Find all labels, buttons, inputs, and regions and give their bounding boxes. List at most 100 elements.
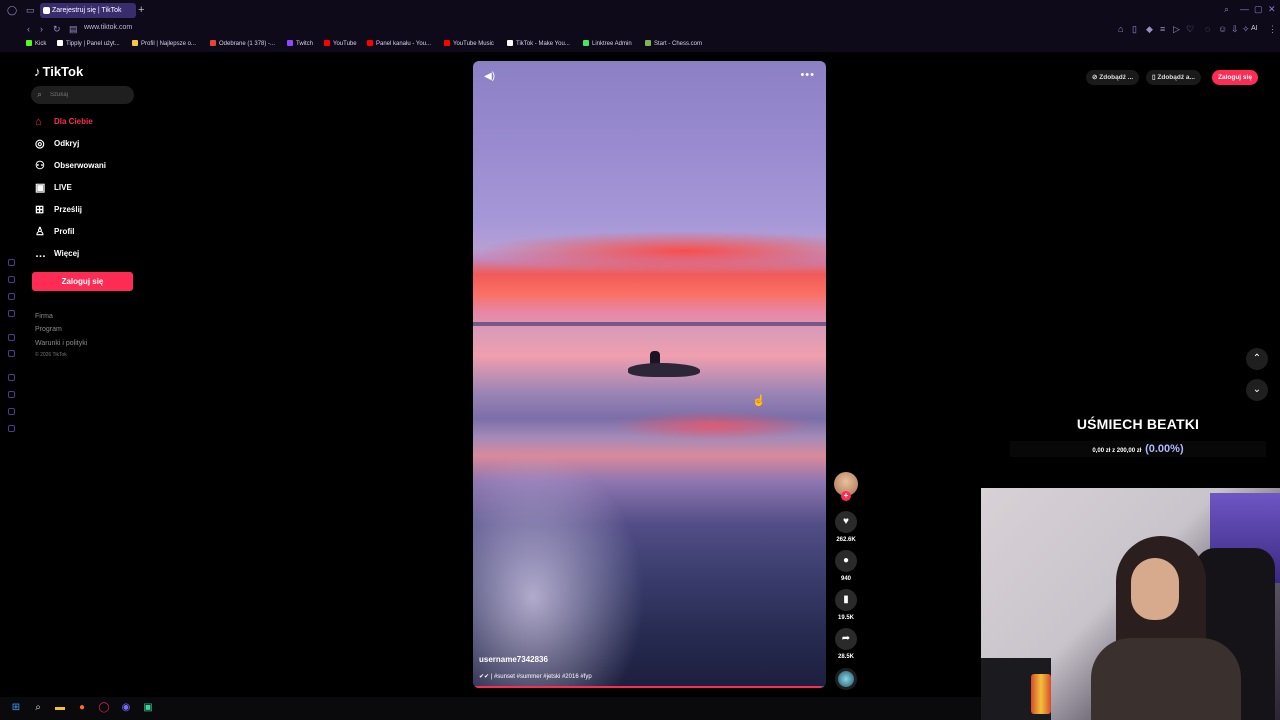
search-input[interactable] bbox=[50, 89, 130, 101]
panel-reader-icon[interactable] bbox=[8, 310, 15, 317]
footer-link-program[interactable]: Program bbox=[35, 326, 62, 333]
windows-start-icon[interactable]: ⊞ bbox=[10, 702, 22, 714]
bookmark-twitch[interactable]: Twitch bbox=[287, 40, 313, 47]
sidebar-item-following[interactable]: ⚇ Obserwowani bbox=[33, 158, 143, 174]
bookmark-profil[interactable]: Profil | Najlepsze o... bbox=[132, 40, 196, 47]
maximize-button[interactable]: ▢ bbox=[1254, 4, 1263, 15]
more-options-icon[interactable]: ••• bbox=[800, 69, 815, 81]
bookmarks-bar: Kick Tipply | Panel użyt... Profil | Naj… bbox=[0, 37, 1280, 52]
account-icon[interactable]: ☺ bbox=[1218, 24, 1227, 34]
taskbar-search-icon[interactable]: ⌕ bbox=[32, 702, 44, 714]
video-author[interactable]: username7342836 bbox=[479, 655, 548, 664]
sidebar-item-live[interactable]: ▣ LIVE bbox=[33, 180, 143, 196]
bookmark-gmail[interactable]: Odebrane (1 378) -... bbox=[210, 40, 275, 47]
bookmark-icon[interactable]: ▯ bbox=[1132, 24, 1137, 34]
wand-icon[interactable]: ✧ bbox=[1242, 24, 1250, 34]
video-player[interactable]: ◀) ••• username7342836 ✔✔ | #sunset #sum… bbox=[473, 61, 826, 688]
bookmark-youtube[interactable]: YouTube bbox=[324, 40, 357, 47]
shield-icon[interactable]: ◆ bbox=[1146, 24, 1153, 34]
comment-button[interactable]: ● bbox=[835, 550, 857, 572]
panel-downloads-icon[interactable] bbox=[8, 391, 15, 398]
like-button[interactable]: ♥ bbox=[835, 511, 857, 533]
save-count: 19.5K bbox=[837, 615, 854, 621]
bookmark-tiktok[interactable]: TikTok - Make You... bbox=[507, 40, 570, 47]
play-icon[interactable]: ▷ bbox=[1173, 24, 1180, 34]
bookmark-youtube-studio[interactable]: Panel kanału - You... bbox=[367, 40, 431, 47]
follow-plus-icon[interactable]: + bbox=[841, 491, 851, 501]
reader-icon[interactable]: ≡ bbox=[1160, 24, 1165, 34]
reload-icon[interactable]: ↻ bbox=[53, 24, 61, 34]
browser-tab-active[interactable]: Zarejestruj się | TikTok bbox=[40, 3, 136, 18]
discord-icon[interactable]: ◉ bbox=[120, 702, 132, 714]
get-app-button[interactable]: ▯ Zdobądź a... bbox=[1146, 70, 1201, 85]
tiktok-logo[interactable]: ♪ TikTok bbox=[34, 64, 83, 79]
browser-side-panel bbox=[0, 52, 22, 702]
file-explorer-icon[interactable]: ▬ bbox=[54, 702, 66, 714]
opera-icon[interactable]: ◯ bbox=[98, 702, 110, 714]
panel-tools-icon[interactable] bbox=[8, 350, 15, 357]
youtube-music-icon bbox=[444, 40, 450, 46]
sidebar-item-label: LIVE bbox=[54, 183, 72, 192]
panel-chat-icon[interactable] bbox=[8, 408, 15, 415]
panel-history-icon[interactable] bbox=[8, 259, 15, 266]
pin-icon[interactable]: ⌂ bbox=[1118, 24, 1123, 34]
download-icon[interactable]: ⇩ bbox=[1231, 24, 1239, 34]
ai-button[interactable]: AI bbox=[1251, 24, 1258, 34]
sidebar-item-profile[interactable]: ♙ Profil bbox=[33, 224, 143, 240]
chess-icon bbox=[645, 40, 651, 46]
new-tab-button[interactable]: + bbox=[138, 3, 148, 17]
home-icon: ⌂ bbox=[35, 116, 42, 128]
minimize-button[interactable]: — bbox=[1240, 4, 1249, 14]
previous-video-button[interactable]: ⌃ bbox=[1246, 348, 1268, 370]
back-icon[interactable]: ‹ bbox=[27, 24, 30, 34]
comment-count: 940 bbox=[840, 576, 851, 582]
panel-settings-icon[interactable] bbox=[8, 425, 15, 432]
next-video-button[interactable]: ⌄ bbox=[1246, 379, 1268, 401]
top-login-button[interactable]: Zaloguj się bbox=[1212, 70, 1258, 85]
bookmark-youtube-music[interactable]: YouTube Music bbox=[444, 40, 494, 47]
video-caption[interactable]: ✔✔ | #sunset #summer #jetski #2016 #fyp bbox=[479, 673, 592, 680]
browser-logo-icon[interactable]: ◯ bbox=[7, 5, 17, 15]
sidebar-item-explore[interactable]: ◎ Odkryj bbox=[33, 136, 143, 152]
search-box[interactable]: ⌕ bbox=[31, 86, 134, 104]
panel-clock-icon[interactable] bbox=[8, 374, 15, 381]
panel-twitch-icon[interactable] bbox=[8, 334, 15, 341]
heart-icon[interactable]: ♡ bbox=[1186, 24, 1194, 34]
footer-link-company[interactable]: Firma bbox=[35, 313, 53, 320]
volume-icon[interactable]: ◀) bbox=[484, 71, 495, 82]
heart-icon: ♥ bbox=[843, 516, 849, 527]
search-tabs-icon[interactable]: ⌕ bbox=[1224, 4, 1229, 15]
forward-icon[interactable]: › bbox=[40, 24, 43, 34]
footer-link-terms[interactable]: Warunki i polityki bbox=[35, 340, 87, 347]
panel-notes-icon[interactable] bbox=[8, 293, 15, 300]
url-field[interactable]: www.tiktok.com bbox=[84, 24, 132, 31]
bookmark-tipply[interactable]: Tipply | Panel użyt... bbox=[57, 40, 120, 47]
jetski-hull bbox=[628, 363, 700, 377]
water-wake bbox=[473, 441, 653, 688]
bookmark-linktree[interactable]: Linktree Admin bbox=[583, 40, 632, 47]
firefox-icon[interactable]: ● bbox=[76, 702, 88, 714]
sidebar-item-for-you[interactable]: ⌂ Dla Ciebie bbox=[33, 114, 143, 130]
sidebar-item-upload[interactable]: ⊞ Prześlij bbox=[33, 202, 143, 218]
sidebar-item-label: Prześlij bbox=[54, 205, 83, 214]
sidebar-item-more[interactable]: … Więcej bbox=[33, 246, 143, 262]
tiktok-note-icon: ♪ bbox=[34, 64, 41, 79]
video-progress-bar[interactable] bbox=[475, 686, 824, 688]
close-window-button[interactable]: ✕ bbox=[1268, 4, 1276, 15]
site-info-icon[interactable]: ▤ bbox=[69, 24, 78, 34]
goal-current: 0,00 zł bbox=[1092, 448, 1111, 454]
share-button[interactable]: ➦ bbox=[835, 628, 857, 650]
music-disc-icon[interactable] bbox=[835, 668, 857, 690]
chat-icon[interactable]: ◌ bbox=[1205, 24, 1210, 34]
get-coins-button[interactable]: ⊘ Zdobądź ... bbox=[1086, 70, 1140, 85]
bookmark-kick[interactable]: Kick bbox=[26, 40, 46, 47]
menu-icon[interactable]: ⋮ bbox=[1268, 24, 1277, 34]
panel-lock-icon[interactable] bbox=[8, 276, 15, 283]
save-button[interactable]: ▮ bbox=[835, 589, 857, 611]
workspaces-icon[interactable]: ▭ bbox=[26, 5, 35, 15]
goal-percent: (0.00%) bbox=[1145, 443, 1184, 455]
sidebar-login-button[interactable]: Zaloguj się bbox=[32, 272, 133, 291]
app-icon[interactable]: ▣ bbox=[142, 702, 154, 714]
share-count: 28.5K bbox=[837, 654, 854, 660]
bookmark-chess[interactable]: Start - Chess.com bbox=[645, 40, 702, 47]
